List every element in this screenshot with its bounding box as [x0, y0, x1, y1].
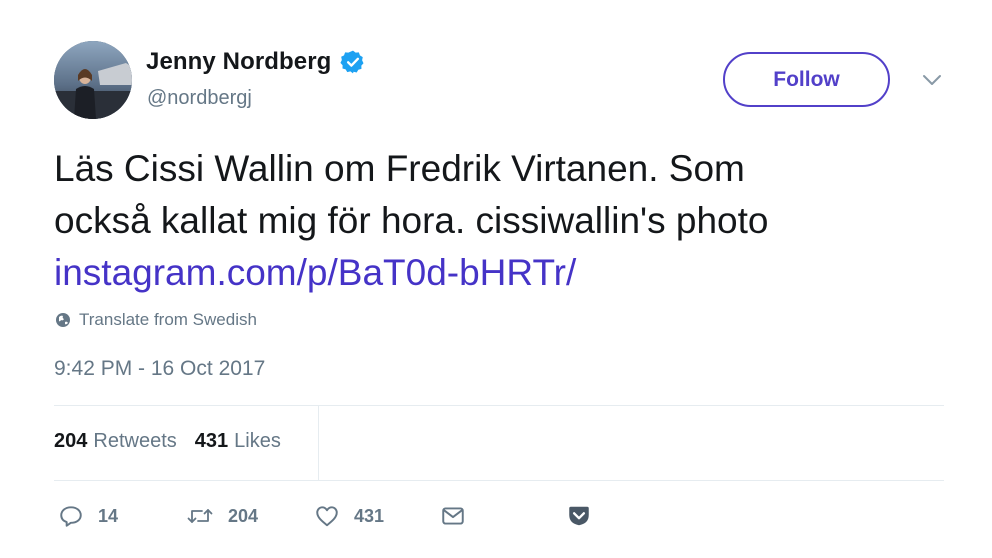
- avatar[interactable]: [54, 41, 132, 119]
- tweet-card: Jenny Nordberg @nordbergj Follow Läs Cis…: [0, 0, 992, 558]
- envelope-icon: [442, 507, 464, 525]
- likes-stat[interactable]: 431 Likes: [195, 430, 281, 453]
- verified-badge-icon: [340, 49, 366, 75]
- reply-count: 14: [98, 505, 119, 526]
- divider: [54, 480, 944, 481]
- retweet-button[interactable]: 204: [186, 501, 258, 531]
- avatar-image: [54, 41, 132, 119]
- translate-link[interactable]: Translate from Swedish: [55, 310, 257, 330]
- retweets-label: Retweets: [93, 430, 177, 452]
- pocket-icon: [569, 506, 589, 526]
- globe-icon: [55, 312, 71, 328]
- follow-button[interactable]: Follow: [723, 52, 890, 107]
- like-button[interactable]: 431: [314, 501, 384, 531]
- like-count: 431: [354, 505, 385, 526]
- reply-icon: [60, 506, 82, 527]
- tweet-link[interactable]: instagram.com/p/BaT0d-bHRTr/: [54, 247, 954, 299]
- name-row: Jenny Nordberg: [146, 48, 366, 76]
- divider: [54, 405, 944, 406]
- translate-label: Translate from Swedish: [79, 310, 257, 329]
- chevron-down-icon[interactable]: [918, 68, 946, 92]
- retweets-stat[interactable]: 204 Retweets: [54, 430, 177, 453]
- heart-icon: [316, 506, 338, 527]
- stats-divider: [318, 405, 319, 480]
- tweet-text-line: Läs Cissi Wallin om Fredrik Virtanen. So…: [54, 148, 745, 189]
- display-name[interactable]: Jenny Nordberg: [146, 48, 331, 76]
- tweet-timestamp[interactable]: 9:42 PM - 16 Oct 2017: [54, 357, 265, 381]
- pocket-button[interactable]: [566, 501, 592, 531]
- tweet-stats: 204 Retweets 431 Likes: [54, 430, 299, 453]
- likes-count: 431: [194, 430, 229, 452]
- direct-message-button[interactable]: [440, 501, 466, 531]
- tweet-text: Läs Cissi Wallin om Fredrik Virtanen. So…: [54, 143, 954, 299]
- retweet-count: 204: [228, 505, 259, 526]
- reply-button[interactable]: 14: [58, 501, 118, 531]
- retweet-icon: [187, 509, 213, 523]
- likes-label: Likes: [234, 430, 281, 452]
- tweet-text-line: också kallat mig för hora. cissiwallin's…: [54, 200, 769, 241]
- user-handle[interactable]: @nordbergj: [147, 87, 252, 110]
- retweets-count: 204: [54, 430, 88, 452]
